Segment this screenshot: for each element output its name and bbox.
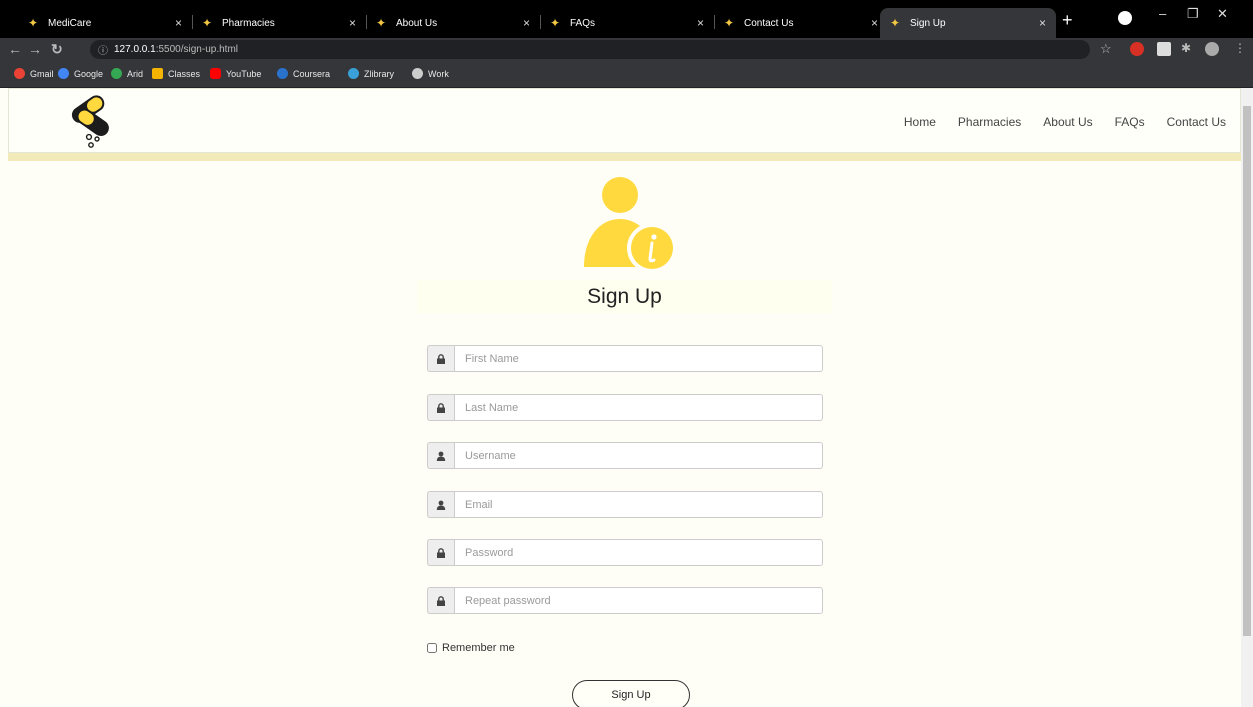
last-name-field <box>427 394 823 421</box>
main-nav: Home Pharmacies About Us FAQs Contact Us <box>904 115 1226 129</box>
pill-favicon-icon: ✦ <box>550 16 561 30</box>
classes-icon <box>152 68 163 79</box>
reload-icon[interactable]: ↻ <box>51 41 63 58</box>
last-name-input[interactable] <box>454 394 823 421</box>
first-name-input[interactable] <box>454 345 823 372</box>
lock-icon <box>427 394 454 421</box>
tab-medicare[interactable]: ✦ MediCare × <box>18 8 192 38</box>
browser-tab-strip: ✦ MediCare × ✦ Pharmacies × ✦ About Us ×… <box>0 0 1253 38</box>
nav-contact-us[interactable]: Contact Us <box>1167 115 1226 129</box>
tab-title: Pharmacies <box>222 17 275 29</box>
bookmark-classes[interactable]: Classes <box>152 68 200 79</box>
pill-favicon-icon: ✦ <box>28 16 39 30</box>
extension-icon[interactable] <box>1157 42 1171 56</box>
first-name-field <box>427 345 823 372</box>
google-icon <box>58 68 69 79</box>
scrollbar-thumb[interactable] <box>1243 106 1251 636</box>
pill-favicon-icon: ✦ <box>724 16 735 30</box>
browser-toolbar: ← → ↻ ⓘ 127.0.0.1 :5500/sign-up.html ☆ ✱… <box>0 38 1253 61</box>
youtube-icon <box>210 68 221 79</box>
profile-dot-icon[interactable] <box>1118 11 1132 25</box>
tab-pharmacies[interactable]: ✦ Pharmacies × <box>192 8 366 38</box>
puzzle-icon[interactable]: ✱ <box>1181 41 1191 55</box>
remember-me-checkbox[interactable] <box>427 643 437 653</box>
address-bar[interactable]: ⓘ 127.0.0.1 :5500/sign-up.html <box>90 40 1090 59</box>
password-input[interactable] <box>454 539 823 566</box>
tab-title: FAQs <box>570 17 596 29</box>
tab-faqs[interactable]: ✦ FAQs × <box>540 8 714 38</box>
user-icon <box>427 491 454 518</box>
window-close-icon[interactable]: ✕ <box>1217 6 1228 22</box>
tab-title: Contact Us <box>744 17 794 29</box>
bookmark-star-icon[interactable]: ☆ <box>1100 41 1112 57</box>
close-icon[interactable]: × <box>175 16 182 30</box>
password-field <box>427 539 823 566</box>
nav-home[interactable]: Home <box>904 115 936 129</box>
gmail-icon <box>14 68 25 79</box>
minimize-icon[interactable]: – <box>1159 6 1166 21</box>
close-icon[interactable]: × <box>523 16 530 30</box>
close-icon[interactable]: × <box>697 16 704 30</box>
extension-icon[interactable] <box>1130 42 1144 56</box>
arid-icon <box>111 68 122 79</box>
nav-pharmacies[interactable]: Pharmacies <box>958 115 1021 129</box>
header-divider <box>8 153 1241 161</box>
avatar[interactable] <box>1205 42 1219 56</box>
medicare-logo[interactable] <box>67 93 123 151</box>
url-host: 127.0.0.1 <box>114 44 156 55</box>
repeat-password-input[interactable] <box>454 587 823 614</box>
url-path: :5500/sign-up.html <box>155 44 238 55</box>
username-input[interactable] <box>454 442 823 469</box>
back-icon[interactable]: ← <box>8 41 22 57</box>
bookmarks-bar: Gmail Google Arid Classes YouTube Course… <box>0 61 1253 88</box>
remember-me-label: Remember me <box>442 642 515 654</box>
bookmark-gmail[interactable]: Gmail <box>14 68 54 79</box>
bookmark-coursera[interactable]: Coursera <box>277 68 330 79</box>
form-title-box: Sign Up <box>417 280 832 313</box>
tab-contact-us[interactable]: ✦ Contact Us × <box>714 8 888 38</box>
tab-title: MediCare <box>48 17 92 29</box>
lock-icon <box>427 345 454 372</box>
tab-title: About Us <box>396 17 438 29</box>
sign-up-button[interactable]: Sign Up <box>572 680 690 707</box>
bookmark-google[interactable]: Google <box>58 68 103 79</box>
user-info-icon <box>584 177 677 273</box>
username-field <box>427 442 823 469</box>
site-header: Home Pharmacies About Us FAQs Contact Us <box>8 88 1241 153</box>
lock-icon <box>427 587 454 614</box>
pill-favicon-icon: ✦ <box>890 16 901 30</box>
forward-icon[interactable]: → <box>28 41 42 57</box>
bookmark-work[interactable]: Work <box>412 68 449 79</box>
zlibrary-icon <box>348 68 359 79</box>
new-tab-button[interactable]: + <box>1062 10 1073 31</box>
restore-icon[interactable]: ❐ <box>1187 6 1199 22</box>
globe-icon <box>412 68 423 79</box>
pill-favicon-icon: ✦ <box>376 16 387 30</box>
repeat-password-field <box>427 587 823 614</box>
email-field <box>427 491 823 518</box>
close-icon[interactable]: × <box>1039 16 1046 30</box>
remember-me[interactable]: Remember me <box>427 642 515 654</box>
pill-favicon-icon: ✦ <box>202 16 213 30</box>
bookmark-youtube[interactable]: YouTube <box>210 68 261 79</box>
bookmark-arid[interactable]: Arid <box>111 68 143 79</box>
email-input[interactable] <box>454 491 823 518</box>
page-scrollbar[interactable] <box>1241 88 1253 707</box>
tab-about-us[interactable]: ✦ About Us × <box>366 8 540 38</box>
tab-sign-up[interactable]: ✦ Sign Up × <box>880 8 1056 38</box>
nav-about-us[interactable]: About Us <box>1043 115 1092 129</box>
user-icon <box>427 442 454 469</box>
lock-icon <box>427 539 454 566</box>
coursera-icon <box>277 68 288 79</box>
page-title: Sign Up <box>587 284 662 308</box>
close-icon[interactable]: × <box>871 16 878 30</box>
close-icon[interactable]: × <box>349 16 356 30</box>
menu-kebab-icon[interactable]: ⋮ <box>1234 41 1246 55</box>
bookmark-zlibrary[interactable]: Zlibrary <box>348 68 394 79</box>
nav-faqs[interactable]: FAQs <box>1115 115 1145 129</box>
info-icon[interactable]: ⓘ <box>98 42 108 57</box>
tab-title: Sign Up <box>910 17 946 29</box>
